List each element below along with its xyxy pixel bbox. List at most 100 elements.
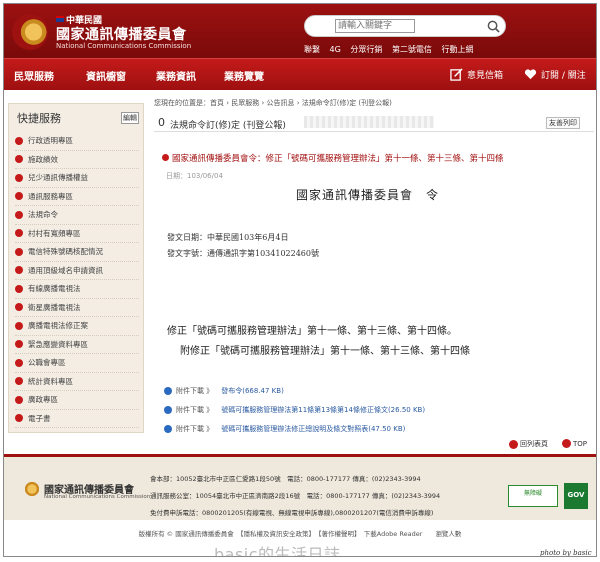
feedback-link[interactable]: 意見信箱 <box>450 68 503 81</box>
edit-icon <box>450 68 463 81</box>
bullet-icon <box>15 414 23 423</box>
bullet-icon <box>15 210 23 219</box>
sidebar-item-label: 緊急應變資料專區 <box>28 339 88 349</box>
sidebar-item-label: 通用頂級域名申請資訊 <box>28 265 103 275</box>
bullet-icon <box>15 284 23 293</box>
sidebar-item[interactable]: 有線廣播電視法 <box>15 280 139 299</box>
back-icon <box>509 439 518 449</box>
top-link[interactable]: 聯繫 <box>304 45 320 54</box>
bullet-icon <box>15 321 23 330</box>
sidebar-item-label: 衛星廣播電視法 <box>28 302 81 312</box>
article-date: 日期：103/06/04 <box>166 172 223 180</box>
nav-item-business-overview[interactable]: 業務覽覽 <box>224 68 264 83</box>
ncc-logo-icon[interactable] <box>12 14 48 50</box>
heart-icon <box>524 69 537 80</box>
sidebar-item[interactable]: 行政透明專區 <box>15 132 139 151</box>
sidebar-item[interactable]: 電子書 <box>15 410 139 428</box>
attachment-icon <box>164 387 172 395</box>
bullet-icon <box>15 229 23 238</box>
top-button[interactable]: TOP <box>562 439 587 448</box>
top-link[interactable]: 分眾行銷 <box>350 45 382 54</box>
photo-credit: photo by basic <box>540 549 592 557</box>
sidebar-item[interactable]: 施政績效 <box>15 151 139 169</box>
sidebar-item-label: 施政績效 <box>28 154 58 164</box>
attachment-file-link[interactable]: 號碼可攜服務管理辦法修正總說明及條文對照表(47.50 KB) <box>221 424 405 434</box>
sidebar-item[interactable]: 統計資料專區 <box>15 373 139 391</box>
sidebar-edit-button[interactable]: 編輯 <box>121 112 139 124</box>
sidebar-item[interactable]: 廣政專區 <box>15 391 139 410</box>
top-link[interactable]: 4G <box>330 45 341 54</box>
site-name[interactable]: 國家通訊傳播委員會 <box>56 24 187 44</box>
page-frame: 中華民國 國家通訊傳播委員會 National Communications C… <box>3 3 597 557</box>
attachment-icon <box>164 406 172 414</box>
sidebar-item-label: 電子書 <box>28 413 51 423</box>
nav-item-public-services[interactable]: 民眾服務 <box>14 68 54 83</box>
page-title: 法規命令訂(修)定 (刊登公報) <box>170 121 286 131</box>
accessibility-badge[interactable]: 無障礙 <box>508 485 558 507</box>
document-body-line-2: 附修正「號碼可攜服務管理辦法」第十一條、第十三條、第十四條 <box>180 346 470 357</box>
main-nav: 民眾服務 資訊櫥窗 業務資訊 業務覽覽 意見信箱 訂閱 / 關注 <box>4 58 596 90</box>
attachment-label: 附件下載 》 <box>176 387 214 395</box>
back-to-list-label: 回列表頁 <box>520 440 548 448</box>
attachment-row[interactable]: 附件下載 》 發布令(668.47 KB) <box>164 386 284 396</box>
sidebar-item-label: 兒少通訊傳播權益 <box>28 173 88 183</box>
copyright-bar: 版權所有 © 國家通訊傳播委員會 【隱私權及資訊安全政策】 【著作權聲明】 下載… <box>138 530 462 538</box>
nav-item-info-window[interactable]: 資訊櫥窗 <box>86 68 126 83</box>
sidebar-item[interactable]: 通用頂級域名申請資訊 <box>15 262 139 280</box>
sidebar-item[interactable]: 兒少通訊傳播權益 <box>15 169 139 188</box>
sidebar-item[interactable]: 公職會專區 <box>15 354 139 373</box>
sidebar-item[interactable]: 村村有寬頻專區 <box>15 225 139 243</box>
top-links: 聯繫 4G 分眾行銷 第二號電信 行動上網 <box>304 44 480 55</box>
sidebar-item-label: 統計資料專區 <box>28 376 73 386</box>
sidebar-item[interactable]: 通訊服務專區 <box>15 188 139 206</box>
search-input[interactable] <box>335 19 415 33</box>
attachment-row[interactable]: 附件下載 》 號碼可攜服務管理辦法修正總說明及條文對照表(47.50 KB) <box>164 424 405 434</box>
subscribe-link[interactable]: 訂閱 / 關注 <box>524 68 586 81</box>
top-link[interactable]: 行動上網 <box>441 45 473 54</box>
sidebar-item-label: 村村有寬頻專區 <box>28 228 81 238</box>
flag-icon <box>56 16 64 22</box>
document-issue-number: 發文字號：通傳通訊字第10341022460號 <box>167 249 319 258</box>
sidebar-item[interactable]: 法規命令 <box>15 206 139 225</box>
attachment-file-link[interactable]: 號碼可攜服務管理辦法第11條第13條第14條修正條文(26.50 KB) <box>221 405 425 415</box>
attachment-row[interactable]: 附件下載 》 號碼可攜服務管理辦法第11條第13條第14條修正條文(26.50 … <box>164 405 425 415</box>
document-body-line-1: 修正「號碼可攜服務管理辦法」第十一條、第十三條、第十四條。 <box>167 326 457 337</box>
sidebar-item-label: 行政透明專區 <box>28 136 73 146</box>
sidebar-item[interactable]: 緊急應變資料專區 <box>15 336 139 354</box>
feedback-label: 意見信箱 <box>467 71 504 81</box>
site-name-en: National Communications Commission <box>56 42 192 50</box>
site-header: 中華民國 國家通訊傳播委員會 National Communications C… <box>4 4 596 58</box>
bullet-icon <box>15 303 23 312</box>
top-label: TOP <box>573 439 588 448</box>
document-org: 國家通訊傳播委員會 令 <box>296 188 440 202</box>
nav-item-business-info[interactable]: 業務資訊 <box>156 68 196 83</box>
bullet-icon <box>15 340 23 349</box>
attachment-label: 附件下載 》 <box>176 425 214 433</box>
bullet-icon <box>15 247 23 256</box>
attachment-label: 附件下載 》 <box>176 406 214 414</box>
gov-badge[interactable]: GOV <box>564 483 588 509</box>
footer-site-name-en: National Communications Commission <box>44 494 151 500</box>
back-to-list-button[interactable]: 回列表頁 <box>509 439 548 449</box>
sidebar-title: 快捷服務 <box>17 112 61 125</box>
document-issue-date: 發文日期：中華民國103年6月4日 <box>167 233 289 242</box>
page-header: 0 法規命令訂(修)定 (刊登公報) 友善列印 <box>154 114 594 132</box>
bullet-icon <box>15 136 23 145</box>
blog-watermark: basic的生活日誌 <box>214 545 341 557</box>
sidebar-item-label: 廣播電視法修正案 <box>28 321 88 331</box>
footer-address-hq: 會本部：10052臺北市中正區仁愛路1段50號 電話：0800-177177 傳… <box>150 475 421 483</box>
article-title-text: 國家通訊傳播委員會令：修正「號碼可攜服務管理辦法」第十一條、第十三條、第十四條 <box>172 154 504 164</box>
search-icon[interactable] <box>487 20 500 33</box>
sidebar-item[interactable]: 電信特殊號碼核配情況 <box>15 243 139 262</box>
attachment-file-link[interactable]: 發布令(668.47 KB) <box>221 386 284 396</box>
bullet-icon <box>15 173 23 182</box>
top-link[interactable]: 第二號電信 <box>392 45 432 54</box>
page-header-number: 0 <box>158 116 165 129</box>
sidebar-item[interactable]: 衛星廣播電視法 <box>15 299 139 317</box>
title-bullet-icon <box>162 154 169 161</box>
attachment-icon <box>164 425 172 433</box>
breadcrumb[interactable]: 您現在的位置是：首頁 › 民眾服務 › 公告訊息 › 法規命令訂(修)定 (刊登… <box>154 98 392 108</box>
print-button[interactable]: 友善列印 <box>546 117 580 129</box>
sidebar-item[interactable]: 廣播電視法修正案 <box>15 317 139 336</box>
bullet-icon <box>15 377 23 386</box>
